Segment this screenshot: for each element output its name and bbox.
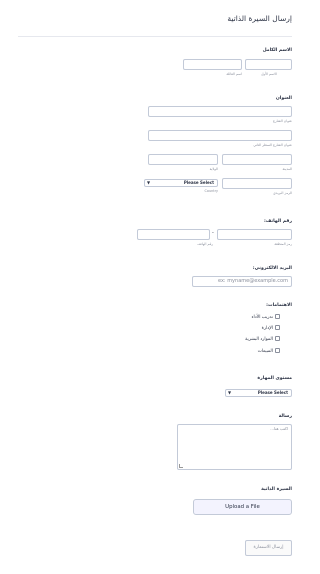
address-label: العنوان xyxy=(275,96,292,101)
title-divider xyxy=(18,36,292,37)
phone-number-input[interactable] xyxy=(137,229,210,240)
first-name-sublabel: الاسم الأول xyxy=(260,72,277,76)
country-select[interactable]: ▼ Please Select xyxy=(144,179,218,187)
interest-option[interactable]: الإدارة xyxy=(262,325,280,331)
email-input[interactable]: ex: myname@example.com xyxy=(192,276,292,287)
checkbox[interactable] xyxy=(275,336,280,341)
skill-level-select[interactable]: ▼ Please Select xyxy=(225,389,292,397)
country-select-value: Please Select xyxy=(183,180,214,185)
area-code-input[interactable] xyxy=(217,229,292,240)
checkbox[interactable] xyxy=(275,325,280,330)
street-address-2-sublabel: عنوان الشارع السطر الثاني xyxy=(253,143,292,147)
country-sublabel: Country xyxy=(204,189,218,193)
last-name-sublabel: اسم العائلة xyxy=(226,72,242,76)
phone-separator: - xyxy=(212,230,214,236)
interest-option[interactable]: تدريب الأداء xyxy=(251,314,280,320)
interest-option[interactable]: المبيعات xyxy=(258,348,280,354)
checkbox[interactable] xyxy=(275,314,280,319)
interest-option-label: المبيعات xyxy=(257,349,273,354)
interest-option[interactable]: الموارد البشرية xyxy=(245,336,280,342)
area-code-sublabel: رمز المنطقة xyxy=(274,242,292,246)
message-placeholder: اكتب هنا... xyxy=(270,426,288,431)
chevron-down-icon: ▼ xyxy=(147,180,151,185)
phone-number-sublabel: رقم الهاتف xyxy=(197,242,213,246)
first-name-input[interactable] xyxy=(245,59,292,70)
street-address-input[interactable] xyxy=(148,106,292,117)
zip-input[interactable] xyxy=(222,178,292,189)
street-address-sublabel: عنوان الشارع xyxy=(272,119,292,123)
city-input[interactable] xyxy=(222,154,292,165)
city-sublabel: المدينة xyxy=(282,167,293,171)
skill-level-label: مستوى المهارة xyxy=(257,376,292,381)
street-address-2-input[interactable] xyxy=(148,130,292,141)
form-title: إرسال السيرة الذاتية xyxy=(227,14,292,23)
email-label: البريد الالكتروني: xyxy=(252,266,292,271)
interests-label: الاهتمامات: xyxy=(266,303,292,308)
phone-label: رقم الهاتف: xyxy=(264,219,292,224)
message-textarea[interactable]: اكتب هنا... xyxy=(177,424,292,470)
state-sublabel: الولاية xyxy=(209,167,218,171)
checkbox[interactable] xyxy=(275,348,280,353)
submit-button[interactable]: إرسال الاستمارة xyxy=(245,540,292,556)
message-label: رسالة xyxy=(278,414,292,419)
resize-handle-icon[interactable] xyxy=(179,464,183,468)
state-input[interactable] xyxy=(148,154,218,165)
interest-option-label: تدريب الأداء xyxy=(251,315,273,320)
skill-level-select-value: Please Select xyxy=(257,390,288,395)
interest-option-label: الإدارة xyxy=(261,326,273,331)
chevron-down-icon: ▼ xyxy=(228,390,232,395)
interest-option-label: الموارد البشرية xyxy=(245,337,273,342)
last-name-input[interactable] xyxy=(183,59,242,70)
resume-label: السيرة الذاتية xyxy=(261,487,292,492)
full-name-label: الاسم الكامل xyxy=(262,48,292,53)
upload-file-button[interactable]: Upload a File xyxy=(193,499,292,515)
zip-sublabel: الرمز البريدي xyxy=(273,191,292,195)
